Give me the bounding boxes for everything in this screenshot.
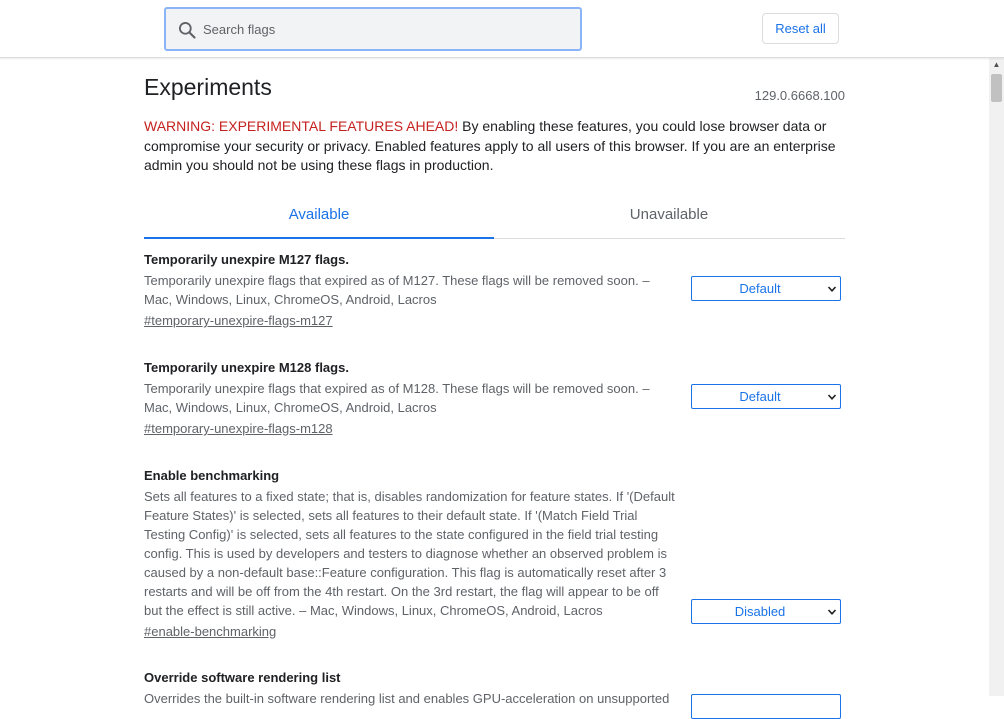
tab-available[interactable]: Available [144, 195, 494, 239]
flag-description: Temporarily unexpire flags that expired … [144, 273, 650, 307]
tab-bar: Available Unavailable [144, 195, 845, 239]
flag-select[interactable]: Default [691, 384, 841, 409]
flag-title: Override software rendering list [144, 670, 341, 685]
flag-item: Override software rendering list Overrid… [144, 670, 845, 719]
chevron-down-icon [827, 394, 837, 400]
tab-unavailable[interactable]: Unavailable [494, 195, 844, 237]
header-bar: Reset all [0, 0, 1004, 58]
flag-link[interactable]: #temporary-unexpire-flags-m128 [144, 421, 333, 436]
page-title: Experiments [144, 74, 272, 100]
flag-item: Enable benchmarking Sets all features to… [144, 468, 845, 641]
chevron-down-icon [827, 286, 837, 292]
search-input[interactable] [203, 9, 573, 49]
flag-select-value: Disabled [734, 604, 786, 619]
flag-link[interactable]: #enable-benchmarking [144, 624, 276, 639]
flag-select[interactable] [691, 694, 841, 719]
flag-item: Temporarily unexpire M128 flags. Tempora… [144, 360, 845, 438]
flag-select-value: Default [739, 281, 781, 296]
flag-select-value: Default [739, 389, 781, 404]
scroll-thumb[interactable] [991, 74, 1002, 102]
flag-title: Temporarily unexpire M128 flags. [144, 360, 349, 375]
version-label: 129.0.6668.100 [754, 88, 845, 103]
flag-description: Temporarily unexpire flags that expired … [144, 381, 650, 415]
flag-title: Enable benchmarking [144, 468, 280, 483]
search-box[interactable] [164, 7, 582, 51]
reset-all-button[interactable]: Reset all [762, 13, 839, 44]
search-icon [179, 22, 196, 39]
flag-select[interactable]: Disabled [691, 599, 841, 624]
chevron-down-icon [827, 609, 837, 615]
flag-description: Sets all features to a fixed state; that… [144, 489, 675, 618]
flag-link[interactable]: #temporary-unexpire-flags-m127 [144, 313, 333, 328]
flag-item: Temporarily unexpire M127 flags. Tempora… [144, 252, 845, 330]
scrollbar[interactable]: ▲ [989, 58, 1004, 696]
flag-description: Overrides the built-in software renderin… [144, 691, 670, 706]
flag-select[interactable]: Default [691, 276, 841, 301]
warning-strong: WARNING: EXPERIMENTAL FEATURES AHEAD! [144, 118, 459, 134]
scroll-up-arrow-icon[interactable]: ▲ [989, 58, 1004, 72]
warning-text: WARNING: EXPERIMENTAL FEATURES AHEAD! By… [144, 117, 845, 176]
flag-title: Temporarily unexpire M127 flags. [144, 252, 349, 267]
